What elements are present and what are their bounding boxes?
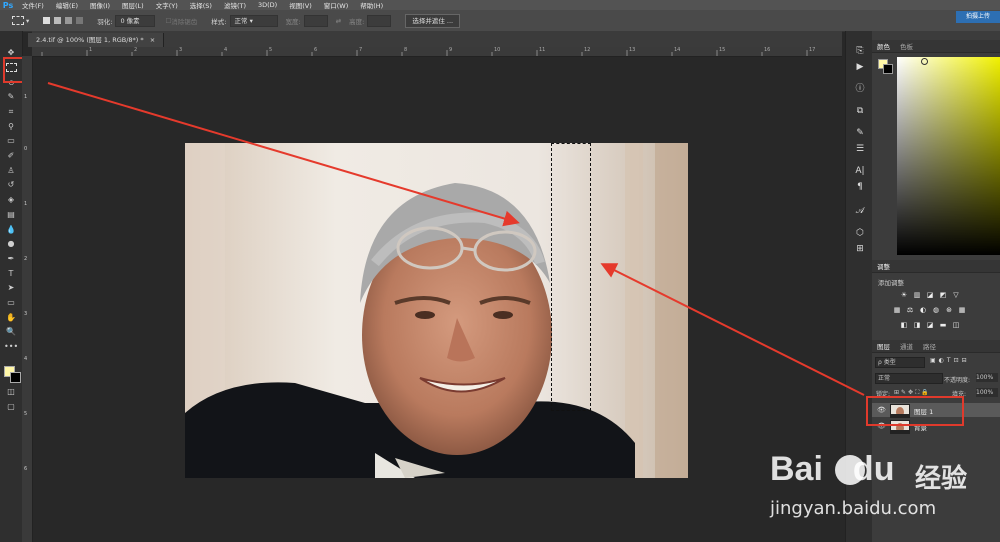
annotation-arrow: [47, 82, 520, 227]
watermark-cn: 经验: [915, 464, 968, 494]
paw-icon: [835, 455, 865, 485]
watermark-url: jingyan.baidu.com: [770, 498, 937, 519]
annotation-arrow: [600, 263, 865, 396]
watermark-brand: Bai: [770, 450, 823, 488]
baidu-watermark: Bai du 经验 jingyan.baidu.com: [760, 440, 1000, 540]
